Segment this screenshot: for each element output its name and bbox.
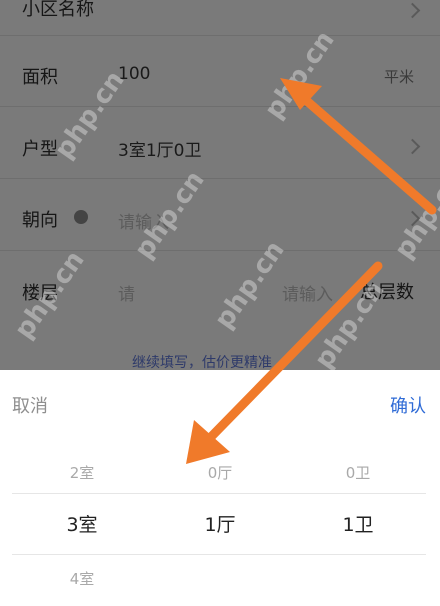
floor-label: 楼层: [22, 283, 58, 304]
picker-option[interactable]: 0厅: [160, 462, 280, 483]
orientation-placeholder: 请输入: [118, 213, 169, 233]
selection-bottom-line: [12, 554, 426, 555]
confirm-button[interactable]: 确认: [390, 392, 426, 418]
form-row-orientation[interactable]: 朝向 请输入: [0, 180, 440, 251]
picker-option[interactable]: 0卫: [298, 462, 418, 483]
picker-option[interactable]: 2室: [22, 462, 142, 483]
form-overlay: 小区名称 面积 100 平米 户型 3室1厅0卫 朝向 请输入 楼层 请 请输入…: [0, 0, 440, 370]
picker-column-room[interactable]: 2室: [22, 462, 142, 483]
form-row-layout[interactable]: 户型 3室1厅0卫: [0, 108, 440, 179]
hint-text: 继续填写，估价更精准: [132, 355, 272, 370]
picker-selected-room[interactable]: 3室: [22, 510, 142, 537]
picker-selected-hall[interactable]: 1厅: [160, 510, 280, 537]
chevron-right-icon: [404, 210, 421, 227]
picker-option-selected[interactable]: 1卫: [298, 510, 418, 537]
picker-column-bath[interactable]: 0卫: [298, 462, 418, 483]
chevron-right-icon: [404, 2, 421, 19]
picker-selected-bath[interactable]: 1卫: [298, 510, 418, 537]
area-label: 面积: [22, 67, 58, 88]
selection-top-line: [12, 493, 426, 494]
picker-option-selected[interactable]: 3室: [22, 510, 142, 537]
layout-label: 户型: [22, 139, 58, 160]
total-floor-input[interactable]: 请输入: [282, 280, 333, 305]
area-unit: 平米: [383, 68, 414, 86]
info-dot-icon: [74, 210, 88, 224]
chevron-right-icon: [404, 138, 421, 155]
layout-picker-sheet: 取消 确认 2室 0厅 0卫 3室 1厅 1卫 4室: [0, 370, 440, 606]
community-label: 小区名称: [22, 0, 94, 20]
picker-option-selected[interactable]: 1厅: [160, 510, 280, 537]
floor-input[interactable]: 请: [118, 280, 135, 305]
picker-below-room[interactable]: 4室: [22, 568, 142, 589]
form-row-area[interactable]: 面积 100 平米: [0, 36, 440, 107]
layout-value: 3室1厅0卫: [118, 141, 202, 161]
total-floor-label: 总层数: [360, 282, 414, 303]
picker-column-hall[interactable]: 0厅: [160, 462, 280, 483]
picker-option[interactable]: 4室: [22, 568, 142, 589]
orientation-label: 朝向: [22, 210, 58, 231]
form-row-community[interactable]: 小区名称: [0, 0, 440, 36]
cancel-button[interactable]: 取消: [12, 392, 48, 418]
area-value[interactable]: 100: [118, 64, 150, 84]
form-row-floor[interactable]: 楼层 请 请输入 总层数: [0, 252, 440, 322]
